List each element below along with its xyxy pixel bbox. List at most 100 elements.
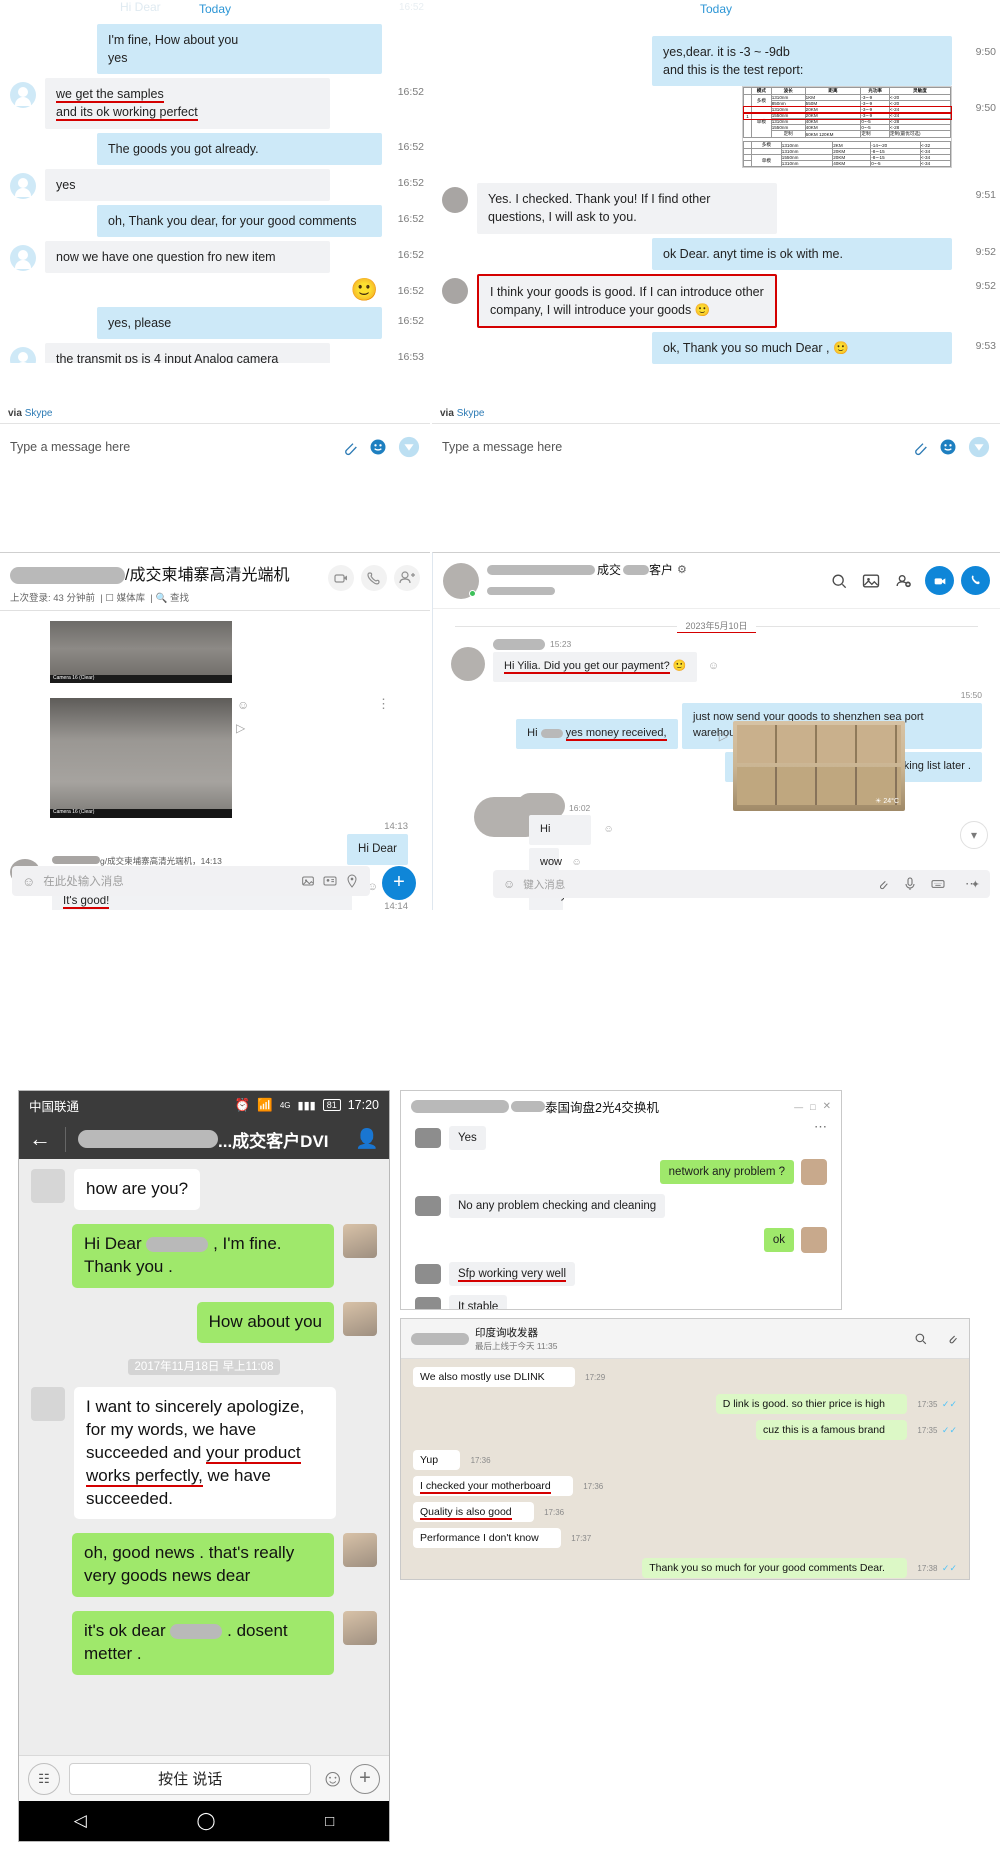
emoji-icon[interactable] <box>938 437 958 457</box>
message-row[interactable]: D link is good. so thier price is high 1… <box>413 1394 957 1414</box>
search-icon[interactable] <box>913 1331 928 1346</box>
message-row[interactable]: It stable <box>415 1295 827 1309</box>
plus-icon[interactable]: + <box>350 1763 380 1794</box>
forward-icon[interactable]: ▷ <box>719 729 728 743</box>
back-triangle-icon[interactable]: ◁ <box>74 1811 87 1831</box>
attach-icon[interactable] <box>944 1331 959 1346</box>
message-row-group[interactable]: 15:50 Hi yes money received, just now se… <box>433 690 1000 782</box>
voice-call-icon[interactable] <box>961 566 990 595</box>
message-row-highlighted[interactable]: I think your goods is good. If I can int… <box>432 273 1000 328</box>
emoji-reaction-icon[interactable]: ☺ <box>571 857 581 868</box>
scroll-to-bottom-button[interactable]: ▾ <box>960 821 988 849</box>
more-dots-icon[interactable]: ⋮ <box>377 696 391 712</box>
test-report-table-image[interactable]: 模式 波长 距离 光功率 灵敏度 1 多模 1310nm 1KM -3~-9 <-20… <box>742 86 952 169</box>
message-row[interactable]: I want to sincerely apologize, for my wo… <box>31 1386 377 1520</box>
minimize-icon[interactable]: — <box>794 1102 803 1112</box>
message-row[interactable]: The goods you got already. 16:52 <box>0 132 430 165</box>
paperclip-icon[interactable] <box>338 437 358 457</box>
add-person-icon[interactable] <box>893 571 913 591</box>
location-icon[interactable] <box>344 873 360 889</box>
message-row[interactable]: Yes. I checked. Thank you! If I find oth… <box>432 183 1000 234</box>
contact-icon[interactable]: 👤 <box>355 1127 379 1151</box>
message-row[interactable]: Performance I don't know 17:37 <box>413 1528 957 1548</box>
image-icon[interactable] <box>300 873 316 889</box>
find-link[interactable]: 查找 <box>170 593 189 604</box>
more-dots-icon[interactable]: ⋯ <box>814 1119 827 1135</box>
send-icon[interactable] <box>968 436 990 458</box>
message-row[interactable]: We also mostly use DLINK 17:29 <box>413 1367 957 1387</box>
message-row[interactable]: ok Dear. anyt time is ok with me. 9:52 <box>432 237 1000 270</box>
add-person-icon[interactable] <box>394 565 420 591</box>
video-call-icon[interactable] <box>925 566 954 595</box>
composer[interactable]: Type a message here <box>432 424 1000 470</box>
message-row[interactable]: Thank you so much for your good comments… <box>413 1558 957 1578</box>
message-row[interactable]: yes, please 16:52 <box>0 307 430 340</box>
gallery-icon[interactable] <box>861 571 881 591</box>
message-row[interactable]: Quality is also good 17:36 <box>413 1502 957 1522</box>
message-row[interactable]: I checked your motherboard 17:36 <box>413 1476 957 1496</box>
message-input[interactable]: Type a message here <box>10 440 328 454</box>
message-row[interactable]: I'm fine, How about you yes <box>0 24 430 75</box>
message-row-image[interactable]: 模式 波长 距离 光功率 灵敏度 1 多模 1310nm 1KM -3~-9 <-20… <box>432 86 1000 173</box>
emoji-reaction-icon[interactable]: ☺ <box>603 824 613 835</box>
emoji-icon[interactable]: ☺ <box>22 874 35 889</box>
hold-to-talk-button[interactable]: 按住 说话 <box>69 1762 312 1795</box>
voice-call-icon[interactable] <box>361 565 387 591</box>
message-input[interactable]: 键入消息 <box>523 877 965 892</box>
message-row[interactable]: network any problem ? <box>415 1159 827 1185</box>
emoji-icon[interactable] <box>368 437 388 457</box>
video-call-icon[interactable] <box>328 565 354 591</box>
message-row[interactable]: Sfp working very well <box>415 1262 827 1286</box>
more-icon[interactable]: ⋯ <box>965 876 978 892</box>
attach-icon[interactable] <box>874 876 890 892</box>
media-library-link[interactable]: 媒体库 <box>117 593 146 604</box>
message-row[interactable]: No any problem checking and cleaning <box>415 1194 827 1218</box>
cartons-photo[interactable]: ☀ 24°C <box>733 721 905 811</box>
emoji-icon[interactable]: ☺ <box>320 1765 345 1793</box>
camera-snapshot-1[interactable]: Camera 16 (Clear) <box>50 621 232 683</box>
message-input[interactable]: 在此处输入消息 <box>43 873 294 889</box>
recents-square-icon[interactable]: □ <box>325 1813 334 1830</box>
message-row[interactable]: Hi Dear , I'm fine. Thank you . <box>31 1223 377 1288</box>
paperclip-icon[interactable] <box>908 437 928 457</box>
message-row[interactable]: Yes <box>415 1126 827 1150</box>
message-row[interactable]: the transmit ps is 4 input Analog camera… <box>0 343 430 364</box>
home-circle-icon[interactable]: ◯ <box>196 1811 215 1831</box>
maximize-icon[interactable]: □ <box>810 1102 815 1112</box>
mic-icon[interactable] <box>902 876 918 892</box>
emoji-reaction-icon[interactable]: ☺ <box>708 660 719 672</box>
message-row[interactable]: Yup 17:36 <box>413 1450 957 1470</box>
message-row[interactable]: oh, good news . that's really very goods… <box>31 1533 377 1598</box>
keyboard-grid-icon[interactable]: ☷ <box>28 1762 60 1795</box>
forward-icon[interactable]: ▷ <box>236 721 245 735</box>
message-row[interactable]: ok, Thank you so much Dear , 🙂 9:53 <box>432 331 1000 364</box>
message-row[interactable]: we get the samples and its ok working pe… <box>0 78 430 129</box>
close-icon[interactable]: ✕ <box>823 1101 831 1112</box>
timestamp: 16:52 <box>397 212 424 225</box>
send-icon[interactable] <box>398 436 420 458</box>
message-row[interactable]: ok <box>415 1227 827 1253</box>
message-row[interactable]: how are you? <box>31 1169 377 1210</box>
composer[interactable]: Type a message here <box>0 424 430 470</box>
message-row[interactable]: 15:23 Hi Yilia. Did you get our payment?… <box>451 639 1000 683</box>
composer[interactable]: ☺ 在此处输入消息 <box>12 866 370 896</box>
back-arrow-icon[interactable]: ← <box>29 1126 51 1152</box>
message-row[interactable]: now we have one question fro new item 16… <box>0 240 430 273</box>
gear-icon[interactable]: ⚙ <box>677 563 687 576</box>
message-row[interactable]: yes 16:52 <box>0 168 430 201</box>
message-row-emoji[interactable]: 🙂 16:52 <box>0 277 430 303</box>
message-row[interactable]: How about you <box>31 1301 377 1343</box>
emoji-icon[interactable]: ☺ <box>503 877 515 891</box>
search-icon[interactable] <box>829 571 849 591</box>
camera-snapshot-2[interactable]: Camera 16 (Clear) <box>50 698 232 818</box>
contact-card-icon[interactable] <box>322 873 338 889</box>
message-row[interactable]: yes,dear. it is -3 ~ -9db and this is the… <box>432 36 1000 87</box>
emoji-reaction-icon[interactable]: ☺ <box>237 698 249 712</box>
message-row[interactable]: 14:14 OK, 8channels working ok . <box>246 901 408 910</box>
message-input[interactable]: Type a message here <box>442 440 898 454</box>
message-row[interactable]: oh, Thank you dear, for your good commen… <box>0 204 430 237</box>
send-plus-icon[interactable]: + <box>382 866 416 900</box>
message-row[interactable]: cuz this is a famous brand 17:35 ✓✓ <box>413 1420 957 1440</box>
keyboard-icon[interactable] <box>930 876 946 892</box>
message-row[interactable]: it's ok dear . dosent metter . <box>31 1611 377 1676</box>
